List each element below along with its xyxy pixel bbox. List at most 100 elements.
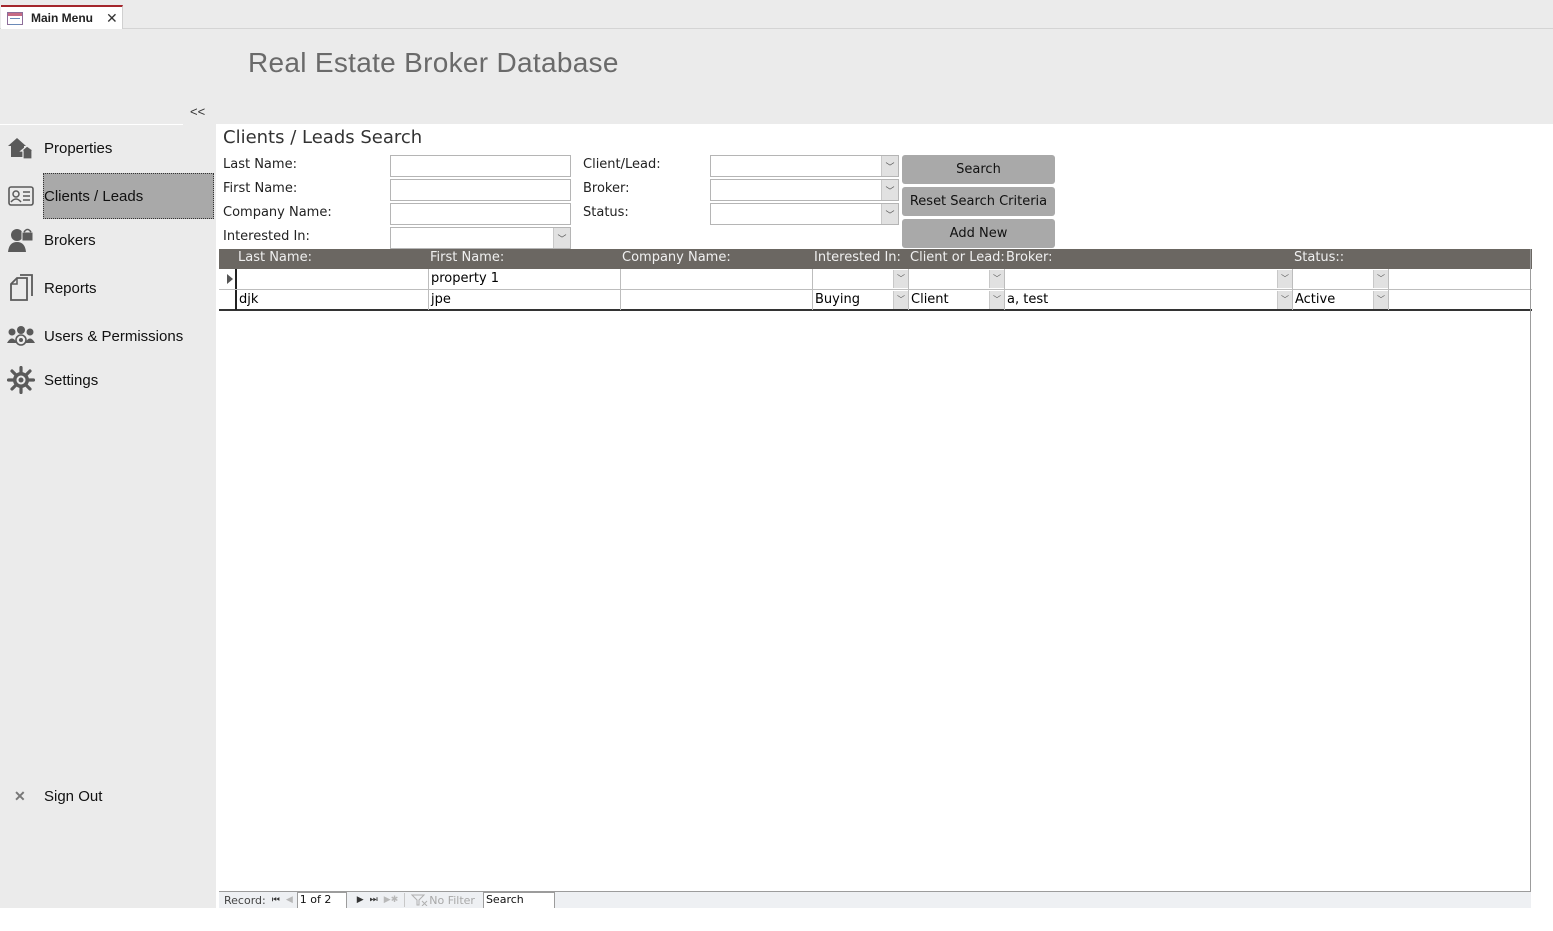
column-header-first-name[interactable]: First Name: — [430, 250, 504, 265]
cell-last-name[interactable] — [237, 269, 429, 289]
cell-client-or-lead[interactable]: ﹀ — [909, 269, 1005, 289]
filter-icon — [411, 894, 428, 906]
first-record-button[interactable]: ⏮ — [272, 895, 280, 905]
interested-in-label: Interested In: — [223, 229, 310, 244]
tab-main-menu[interactable]: Main Menu ✕ — [1, 5, 123, 29]
column-header-last-name[interactable]: Last Name: — [238, 250, 312, 265]
sidebar-item-properties[interactable]: Properties — [0, 125, 216, 171]
previous-record-button[interactable]: ◀ — [286, 895, 293, 905]
form-right-border — [1530, 249, 1531, 891]
new-record-button[interactable]: ▶✱ — [384, 895, 398, 905]
sign-out-label: Sign Out — [44, 787, 103, 805]
sidebar-item-label: Users & Permissions — [44, 327, 184, 345]
record-selector[interactable] — [219, 269, 237, 289]
interested-in-combo[interactable]: ﹀ — [390, 227, 571, 249]
table-row[interactable]: property 1 ﹀ ﹀ ﹀ ﹀ — [219, 269, 1532, 290]
sidebar-item-label: Properties — [44, 139, 113, 157]
next-record-button[interactable]: ▶ — [357, 895, 364, 905]
form-icon — [7, 11, 23, 25]
current-record-icon — [227, 274, 233, 284]
close-icon: ✕ — [14, 787, 26, 804]
chevron-down-icon[interactable]: ﹀ — [1277, 291, 1292, 309]
current-record-input[interactable]: 1 of 2 — [296, 892, 347, 908]
last-record-button[interactable]: ⏭ — [370, 895, 378, 905]
cell-value: Active — [1295, 292, 1336, 307]
cell-value: Buying — [815, 292, 860, 307]
status-label: Status: — [583, 205, 629, 220]
filter-toggle[interactable]: No Filter — [411, 894, 475, 907]
app-title: Real Estate Broker Database — [248, 47, 619, 78]
chevron-down-icon[interactable]: ﹀ — [881, 204, 898, 224]
broker-icon — [7, 226, 35, 254]
cell-company-name[interactable] — [621, 290, 813, 310]
add-new-button[interactable]: Add New — [902, 219, 1055, 248]
reports-icon — [7, 274, 35, 302]
chevron-down-icon[interactable]: ﹀ — [1373, 291, 1388, 309]
company-name-input[interactable] — [390, 203, 571, 225]
column-header-interested-in[interactable]: Interested In: — [814, 250, 901, 265]
chevron-down-icon[interactable]: ﹀ — [1373, 270, 1388, 288]
close-icon[interactable]: ✕ — [106, 10, 118, 27]
chevron-down-icon[interactable]: ﹀ — [1277, 270, 1292, 288]
chevron-down-icon[interactable]: ﹀ — [881, 156, 898, 176]
sign-out-button[interactable]: ✕ Sign Out — [0, 773, 216, 819]
cell-interested-in[interactable]: Buying ﹀ — [813, 290, 909, 310]
sidebar-item-clients-leads[interactable]: Clients / Leads — [0, 173, 216, 219]
gear-icon — [7, 366, 35, 394]
reset-search-criteria-button[interactable]: Reset Search Criteria — [902, 187, 1055, 216]
record-search-input[interactable]: Search — [482, 892, 555, 908]
sidebar-item-settings[interactable]: Settings — [0, 357, 216, 403]
client-lead-combo[interactable]: ﹀ — [710, 155, 899, 177]
broker-combo[interactable]: ﹀ — [710, 179, 899, 201]
cell-broker[interactable]: a, test ﹀ — [1005, 290, 1293, 310]
status-area — [0, 908, 1553, 931]
cell-broker[interactable]: ﹀ — [1005, 269, 1293, 289]
last-name-label: Last Name: — [223, 157, 297, 172]
cell-status[interactable]: ﹀ — [1293, 269, 1389, 289]
cell-value: Client — [911, 292, 949, 307]
client-lead-label: Client/Lead: — [583, 157, 661, 172]
sidebar-nav: Properties Clients / Leads Brokers Repor… — [0, 124, 216, 908]
record-selector[interactable] — [219, 290, 237, 310]
sidebar-item-brokers[interactable]: Brokers — [0, 217, 216, 263]
house-icon — [7, 134, 35, 162]
cell-client-or-lead[interactable]: Client ﹀ — [909, 290, 1005, 310]
column-header-broker[interactable]: Broker: — [1006, 250, 1053, 265]
last-name-input[interactable] — [390, 155, 571, 177]
status-combo[interactable]: ﹀ — [710, 203, 899, 225]
chevron-down-icon[interactable]: ﹀ — [989, 291, 1004, 309]
cell-first-name[interactable]: property 1 — [429, 269, 621, 289]
contact-card-icon — [7, 182, 35, 210]
sidebar-item-label: Settings — [44, 371, 99, 389]
record-label: Record: — [224, 893, 266, 907]
cell-company-name[interactable] — [621, 269, 813, 289]
cell-interested-in[interactable]: ﹀ — [813, 269, 909, 289]
table-row[interactable]: djk jpe Buying ﹀ Client ﹀ a, test ﹀ Active ﹀ — [219, 290, 1532, 311]
sidebar-item-reports[interactable]: Reports — [0, 265, 216, 311]
record-navigation-bar: Record: ⏮ ◀ 1 of 2 ▶ ⏭ ▶✱ No Filter Sear… — [219, 891, 1531, 908]
chevron-down-icon[interactable]: ﹀ — [893, 291, 908, 309]
company-name-label: Company Name: — [223, 205, 332, 220]
filter-label: No Filter — [429, 893, 475, 907]
sidebar-item-users-permissions[interactable]: Users & Permissions — [0, 313, 216, 359]
collapse-sidebar-button[interactable]: << — [190, 104, 205, 119]
first-name-label: First Name: — [223, 181, 298, 196]
cell-last-name[interactable]: djk — [237, 290, 429, 310]
divider — [404, 893, 406, 907]
sidebar-item-label: Reports — [44, 279, 97, 297]
chevron-down-icon[interactable]: ﹀ — [553, 228, 570, 248]
column-header-status[interactable]: Status:: — [1294, 250, 1344, 265]
column-header-company-name[interactable]: Company Name: — [622, 250, 731, 265]
chevron-down-icon[interactable]: ﹀ — [881, 180, 898, 200]
cell-first-name[interactable]: jpe — [429, 290, 621, 310]
chevron-down-icon[interactable]: ﹀ — [989, 270, 1004, 288]
broker-label: Broker: — [583, 181, 630, 196]
tab-label: Main Menu — [31, 11, 93, 25]
clients-leads-search-form: Clients / Leads Search Last Name: First … — [216, 124, 1553, 908]
search-button[interactable]: Search — [902, 155, 1055, 184]
app-header: Real Estate Broker Database << — [0, 29, 1553, 124]
column-header-client-or-lead[interactable]: Client or Lead: — [910, 250, 1005, 265]
cell-status[interactable]: Active ﹀ — [1293, 290, 1389, 310]
chevron-down-icon[interactable]: ﹀ — [893, 270, 908, 288]
first-name-input[interactable] — [390, 179, 571, 201]
